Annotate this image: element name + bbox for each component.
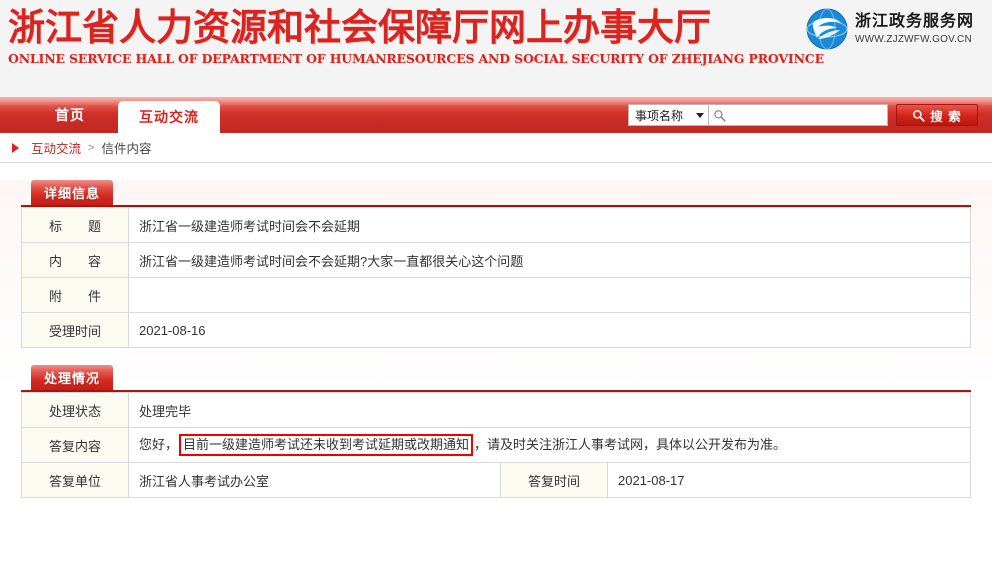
zjzwfw-logo[interactable]: 浙江政务服务网 WWW.ZJZWFW.GOV.CN: [806, 8, 974, 50]
row-label-accept-time: 受理时间: [22, 313, 129, 348]
detail-info-table: 标 题 浙江省一级建造师考试时间会不会延期 内 容 浙江省一级建造师考试时间会不…: [21, 207, 971, 348]
nav-item-interaction-label: 互动交流: [139, 107, 199, 127]
logo-name: 浙江政务服务网: [855, 11, 974, 31]
search-icon: [912, 109, 925, 122]
detail-panel: 详细信息 标 题 浙江省一级建造师考试时间会不会延期 内 容 浙江省一级建造师考…: [21, 180, 971, 348]
row-label-title: 标 题: [22, 208, 129, 243]
tab-detail-info[interactable]: 详细信息: [31, 180, 113, 205]
table-row: 受理时间 2021-08-16: [22, 313, 971, 348]
site-brand: 浙江省人力资源和社会保障厅网上办事大厅 ONLINE SERVICE HALL …: [8, 4, 608, 66]
table-row: 标 题 浙江省一级建造师考试时间会不会延期: [22, 208, 971, 243]
table-row: 答复单位 浙江省人事考试办公室 答复时间 2021-08-17: [22, 463, 971, 498]
page-content: 详细信息 标 题 浙江省一级建造师考试时间会不会延期 内 容 浙江省一级建造师考…: [0, 180, 992, 563]
table-row: 内 容 浙江省一级建造师考试时间会不会延期?大家一直都很关心这个问题: [22, 243, 971, 278]
nav-item-home-label: 首页: [55, 105, 85, 125]
logo-url: WWW.ZJZWFW.GOV.CN: [855, 33, 974, 47]
status-panel-header: 处理情况: [21, 365, 971, 392]
site-header: 浙江省人力资源和社会保障厅网上办事大厅 ONLINE SERVICE HALL …: [0, 0, 992, 97]
site-title-en: ONLINE SERVICE HALL OF DEPARTMENT OF HUM…: [8, 51, 608, 66]
row-value-status: 处理完毕: [129, 393, 971, 428]
row-label-reply-unit: 答复单位: [22, 463, 129, 498]
search-input[interactable]: [726, 107, 887, 123]
triangle-right-icon: [12, 143, 19, 153]
reply-highlighted-text: 目前一级建造师考试还未收到考试延期或改期通知: [179, 434, 473, 456]
search-icon: [713, 109, 726, 122]
chevron-down-icon: [696, 113, 704, 118]
row-value-reply-content: 您好，目前一级建造师考试还未收到考试延期或改期通知，请及时关注浙江人事考试网，具…: [129, 428, 971, 463]
breadcrumb-current: 信件内容: [101, 138, 151, 157]
reply-prefix: 您好，: [139, 437, 178, 452]
table-row: 附 件: [22, 278, 971, 313]
row-value-reply-unit: 浙江省人事考试办公室: [129, 463, 501, 498]
main-nav: 首页 互动交流 事项名称 搜 索: [0, 97, 992, 133]
row-value-attachment: [129, 278, 971, 313]
status-info-table: 处理状态 处理完毕 答复内容 您好，目前一级建造师考试还未收到考试延期或改期通知…: [21, 392, 971, 498]
nav-item-interaction[interactable]: 互动交流: [118, 101, 220, 133]
site-title-cn: 浙江省人力资源和社会保障厅网上办事大厅: [8, 4, 608, 50]
row-label-reply-time: 答复时间: [501, 463, 608, 498]
nav-item-home[interactable]: 首页: [22, 97, 118, 133]
detail-panel-header: 详细信息: [21, 180, 971, 207]
table-row: 处理状态 处理完毕: [22, 393, 971, 428]
search-button-label: 搜 索: [930, 106, 961, 125]
row-value-content: 浙江省一级建造师考试时间会不会延期?大家一直都很关心这个问题: [129, 243, 971, 278]
breadcrumb: 互动交流 > 信件内容: [0, 133, 992, 163]
search-category-select[interactable]: 事项名称: [628, 104, 708, 126]
row-label-content: 内 容: [22, 243, 129, 278]
search-button[interactable]: 搜 索: [896, 104, 978, 126]
row-label-status: 处理状态: [22, 393, 129, 428]
search-field-wrap[interactable]: [708, 104, 888, 126]
status-panel: 处理情况 处理状态 处理完毕 答复内容 您好，目前一级建造师考试还未收到考试延期…: [21, 365, 971, 498]
reply-suffix: ，请及时关注浙江人事考试网，具体以公开发布为准。: [474, 437, 786, 452]
search-category-label: 事项名称: [635, 107, 683, 124]
search-bar: 事项名称 搜 索: [628, 104, 978, 126]
globe-swoosh-icon: [806, 8, 848, 50]
tab-processing-status[interactable]: 处理情况: [31, 365, 113, 390]
row-value-title: 浙江省一级建造师考试时间会不会延期: [129, 208, 971, 243]
breadcrumb-link-interaction[interactable]: 互动交流: [31, 138, 81, 157]
table-row: 答复内容 您好，目前一级建造师考试还未收到考试延期或改期通知，请及时关注浙江人事…: [22, 428, 971, 463]
row-label-attachment: 附 件: [22, 278, 129, 313]
row-label-reply-content: 答复内容: [22, 428, 129, 463]
row-value-reply-time: 2021-08-17: [608, 463, 971, 498]
breadcrumb-separator: >: [88, 142, 94, 154]
row-value-accept-time: 2021-08-16: [129, 313, 971, 348]
